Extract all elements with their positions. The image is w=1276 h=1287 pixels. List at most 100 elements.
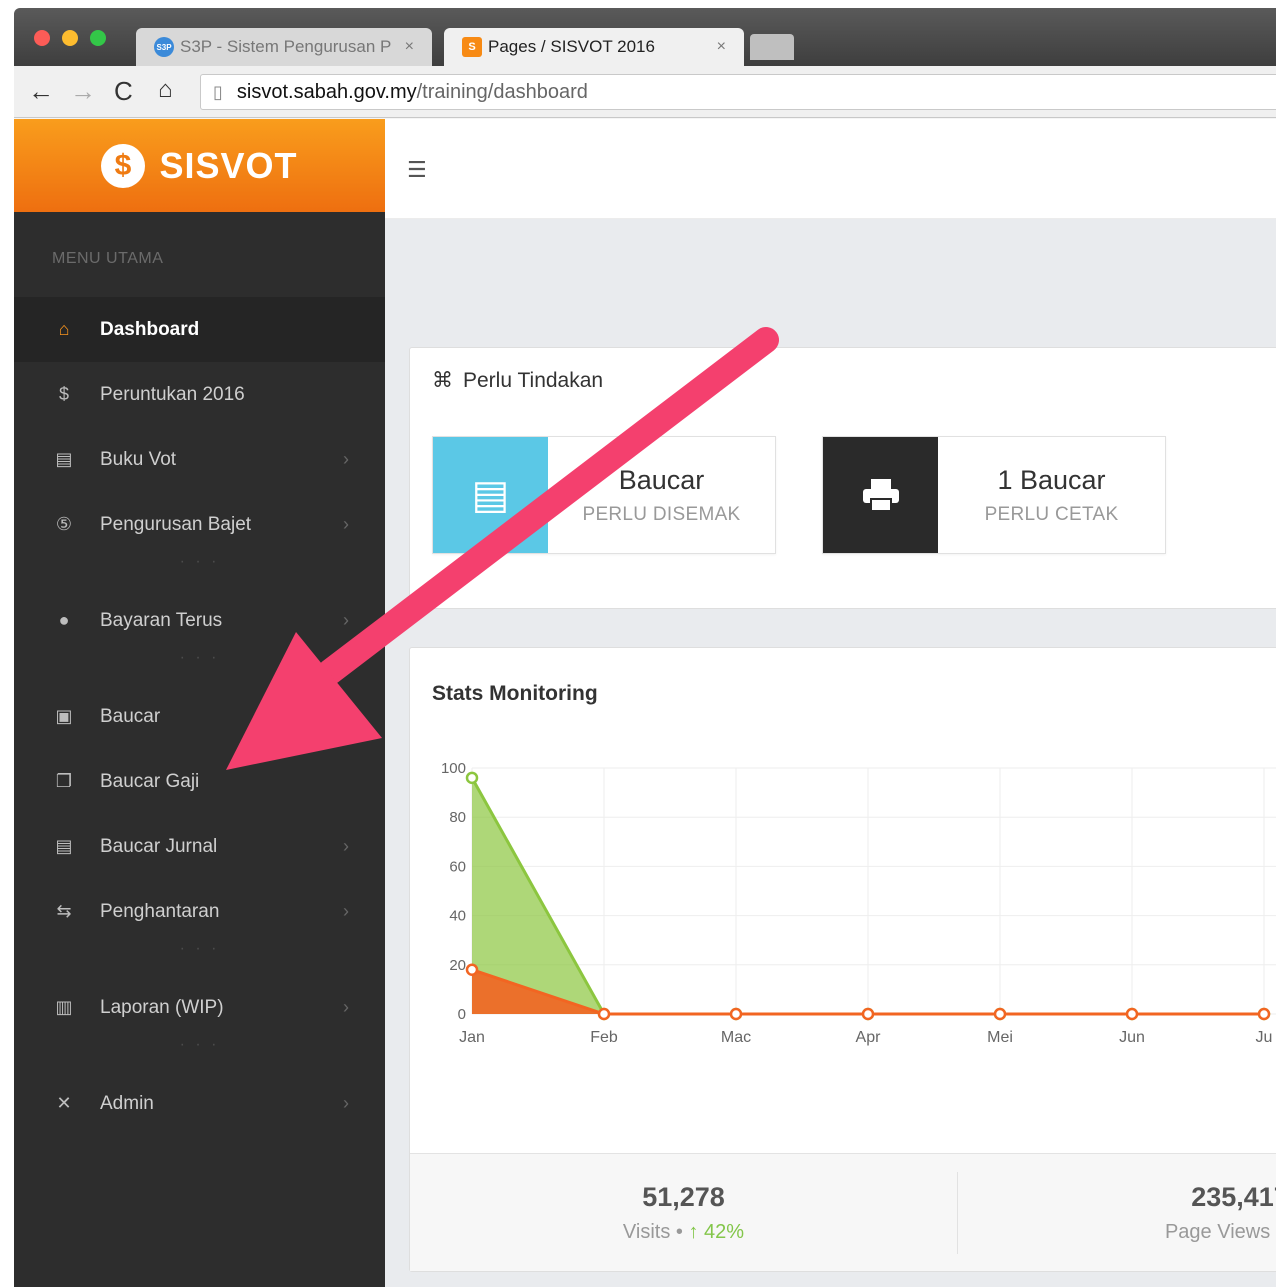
y-tick-label: 20 xyxy=(449,957,466,974)
sisvot-favicon-icon: S xyxy=(462,37,482,57)
file-icon: ▤ xyxy=(55,836,73,856)
panel-title-text: Perlu Tindakan xyxy=(463,369,604,392)
x-tick-label: Apr xyxy=(856,1029,882,1046)
sidebar-item-label: Peruntukan 2016 xyxy=(100,383,245,405)
sidebar-item-label: Laporan (WIP) xyxy=(100,996,224,1018)
close-tab-icon[interactable]: × xyxy=(405,38,414,56)
info-box-sub: PERLU DISEMAK xyxy=(582,503,741,525)
sidebar-item-baucar-jurnal[interactable]: ▤ Baucar Jurnal › xyxy=(14,814,385,879)
new-tab-button[interactable] xyxy=(750,34,794,60)
stats-chart: 0 20 40 60 80 100 Jan Feb Mac Apr Mei Jun Ju xyxy=(441,760,1276,1046)
sidebar-item-label: Baucar Jurnal xyxy=(100,835,218,857)
sidebar: $ SISVOT MENU UTAMA ⌂ Dashboard $ Peruntuka… xyxy=(14,119,385,1287)
browser-tab-s3p[interactable]: S3P S3P - Sistem Pengurusan P × xyxy=(136,28,432,66)
chevron-right-icon: › xyxy=(343,901,349,921)
reload-icon[interactable]: C xyxy=(114,76,133,107)
visits-change: ↑ 42% xyxy=(688,1221,745,1243)
maximize-window-button[interactable] xyxy=(90,30,106,46)
command-icon: ⌘ xyxy=(432,369,453,392)
sidebar-item-penghantaran[interactable]: ⇆ Penghantaran › xyxy=(14,879,385,944)
baucar-semak-box[interactable]: ▤ Baucar PERLU DISEMAK xyxy=(432,436,776,554)
stats-title: Stats Monitoring xyxy=(432,682,598,705)
sidebar-item-bayaran-terus[interactable]: ● Bayaran Terus › xyxy=(14,588,385,653)
top-bar: ☰ xyxy=(385,119,1276,219)
y-tick-label: 0 xyxy=(458,1006,466,1023)
info-box-sub: PERLU CETAK xyxy=(984,503,1119,525)
close-tab-icon[interactable]: × xyxy=(717,38,726,56)
browser-toolbar: ← → C ⌂ ▯ sisvot.sabah.gov.my/training/d… xyxy=(14,66,1276,118)
sidebar-menu: ⌂ Dashboard $ Peruntukan 2016 ▤ Buku Vot › ⑤ Pen… xyxy=(14,297,385,1136)
baucar-cetak-box[interactable]: 1 Baucar PERLU CETAK xyxy=(822,436,1166,554)
panel-title: ⌘ Perlu Tindakan xyxy=(432,368,603,393)
sidebar-item-label: Baucar Gaji xyxy=(100,770,200,792)
sidebar-item-baucar-gaji[interactable]: ❐ Baucar Gaji xyxy=(14,749,385,814)
sidebar-item-laporan-wip[interactable]: ▥ Laporan (WIP) › xyxy=(14,975,385,1040)
user-icon: ● xyxy=(58,610,70,630)
tab-label: Pages / SISVOT 2016 xyxy=(488,37,655,56)
sidebar-item-admin[interactable]: ✕ Admin › xyxy=(14,1071,385,1136)
visits-value: 51,278 xyxy=(642,1182,725,1212)
data-point xyxy=(597,1007,611,1021)
document-icon: ▣ xyxy=(55,706,73,726)
chevron-right-icon: › xyxy=(343,449,349,469)
chevron-right-icon: › xyxy=(343,610,349,630)
sidebar-item-pengurusan-bajet[interactable]: ⑤ Pengurusan Bajet › xyxy=(14,492,385,557)
delivery-icon: ⇆ xyxy=(56,901,72,921)
brand-header[interactable]: $ SISVOT xyxy=(14,119,385,212)
data-point xyxy=(465,771,479,785)
copy-icon: ❐ xyxy=(55,771,73,791)
tab-label: S3P - Sistem Pengurusan P xyxy=(180,37,392,56)
coin-icon: ⑤ xyxy=(55,514,73,534)
page-icon: ▯ xyxy=(213,81,223,102)
separator: • xyxy=(675,1221,683,1243)
views-value: 235,417 xyxy=(1191,1181,1276,1212)
info-box-count: 1 Baucar xyxy=(997,464,1106,495)
tools-icon: ✕ xyxy=(56,1093,72,1113)
y-tick-label: 100 xyxy=(441,760,466,777)
sidebar-item-dashboard[interactable]: ⌂ Dashboard xyxy=(14,297,385,362)
forward-arrow-icon[interactable]: → xyxy=(70,76,96,107)
x-tick-label: Mei xyxy=(987,1029,1013,1046)
dollar-icon: $ xyxy=(58,384,69,404)
chevron-right-icon: › xyxy=(343,1093,349,1113)
perlu-tindakan-panel: ⌘ Perlu Tindakan ▤ Baucar PERLU DISEMAK xyxy=(409,347,1276,609)
brand-name: SISVOT xyxy=(159,144,298,186)
close-window-button[interactable] xyxy=(34,30,50,46)
chevron-right-icon: › xyxy=(343,997,349,1017)
sidebar-item-baucar[interactable]: ▣ Baucar xyxy=(14,684,385,749)
browser-tab-sisvot[interactable]: S Pages / SISVOT 2016 × xyxy=(444,28,744,66)
document-icon: ▤ xyxy=(433,437,548,553)
info-box-count: Baucar xyxy=(618,464,705,495)
sidebar-toggle-icon[interactable]: ☰ xyxy=(407,157,427,183)
visits-stat: 51,278 Visits • ↑ 42% xyxy=(410,1172,958,1254)
address-bar[interactable]: ▯ sisvot.sabah.gov.my/training/dashboard xyxy=(200,74,1276,110)
sidebar-item-label: Baucar xyxy=(100,705,161,727)
data-point xyxy=(729,1007,743,1021)
stats-monitoring-panel: Stats Monitoring 0 20 40 60 80 100 Jan Feb Mac Ap… xyxy=(409,647,1276,1272)
x-tick-label: Jan xyxy=(459,1029,485,1046)
app-root: $ SISVOT MENU UTAMA ⌂ Dashboard $ Peruntuka… xyxy=(14,119,1276,1287)
menu-divider: · · · xyxy=(179,1036,220,1053)
home-icon[interactable]: ⌂ xyxy=(158,76,173,104)
data-point xyxy=(1125,1007,1139,1021)
menu-divider: · · · xyxy=(179,649,220,666)
y-tick-label: 80 xyxy=(449,809,466,826)
x-tick-label: Ju xyxy=(1256,1029,1273,1046)
menu-divider: · · · xyxy=(179,553,220,570)
x-tick-label: Mac xyxy=(721,1029,751,1046)
data-point xyxy=(993,1007,1007,1021)
browser-window: S3P S3P - Sistem Pengurusan P × S Pages … xyxy=(14,8,1276,1287)
x-tick-label: Jun xyxy=(1119,1029,1145,1046)
chevron-right-icon: › xyxy=(343,836,349,856)
book-icon: ▤ xyxy=(55,449,73,469)
browser-titlebar: S3P S3P - Sistem Pengurusan P × S Pages … xyxy=(14,8,1276,66)
printer-icon xyxy=(823,437,938,553)
sidebar-item-peruntukan-2016[interactable]: $ Peruntukan 2016 xyxy=(14,362,385,427)
dollar-logo-icon: $ xyxy=(101,143,146,188)
back-arrow-icon[interactable]: ← xyxy=(28,76,54,107)
minimize-window-button[interactable] xyxy=(62,30,78,46)
data-point xyxy=(1257,1007,1271,1021)
sidebar-item-buku-vot[interactable]: ▤ Buku Vot › xyxy=(14,427,385,492)
data-point xyxy=(465,963,479,976)
main-content: ☰ ⌘ Perlu Tindakan ▤ Baucar PERLU DISEMAK xyxy=(385,119,1276,1287)
